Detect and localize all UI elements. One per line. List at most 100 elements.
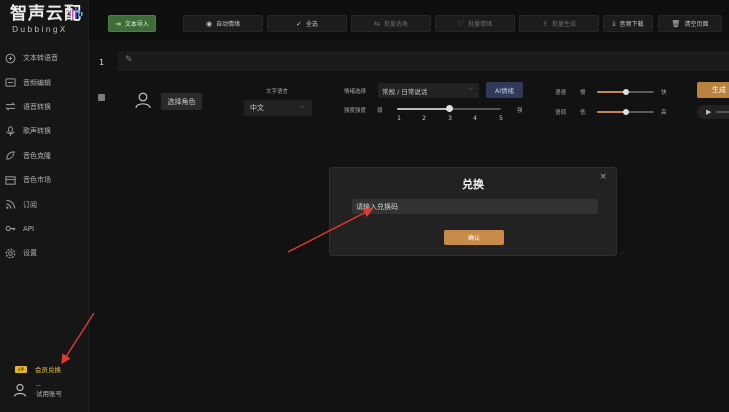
edit-feather-icon[interactable]: ✎: [125, 55, 133, 65]
sidebar-item-7[interactable]: API: [0, 217, 89, 241]
toolbar-button-label: 自动情绪: [216, 21, 241, 28]
sidebar-nav: 文本转语音音频编辑语音转换歌声转换音色克隆音色市场订阅 API 设置: [0, 46, 89, 266]
emotion-icon: ◉: [205, 19, 213, 28]
emotion-label: 情绪选择: [344, 89, 367, 95]
voice-convert-icon: [5, 101, 16, 112]
speed-low-label: 慢: [580, 90, 586, 96]
sidebar-item-4[interactable]: 音色克隆: [0, 144, 89, 168]
language-select[interactable]: 中文 ⌵: [244, 100, 312, 116]
vip-icon: VIP: [15, 365, 27, 373]
speed-high-label: 快: [661, 90, 667, 96]
api-key-icon: [5, 223, 16, 234]
confirm-button[interactable]: 确认: [444, 230, 504, 245]
text-to-speech-icon: [5, 53, 16, 64]
batch-emotion-icon: ♡: [457, 19, 465, 28]
intensity-slider[interactable]: [397, 105, 501, 112]
cast-icon: ⇆: [374, 19, 380, 28]
sidebar-item-6[interactable]: 订阅: [0, 192, 89, 216]
user-account[interactable]: -- 试用账号: [13, 381, 62, 399]
toolbar-button-label: 文本导入: [124, 21, 149, 28]
toolbar-button-1[interactable]: ◉ 自动情绪: [183, 15, 263, 32]
voice-market-icon: [5, 175, 16, 186]
toolbar-button-6[interactable]: ⤓ 音频下载: [603, 15, 653, 32]
language-value: 中文: [250, 104, 264, 112]
speed-slider-handle[interactable]: [622, 88, 629, 95]
vip-redeem-label: 会员兑换: [35, 366, 61, 374]
generate-button[interactable]: 生成: [697, 82, 729, 98]
sidebar-item-label: 语音转换: [23, 102, 51, 111]
intensity-ticks: 1 2 3 4 5: [395, 115, 507, 124]
toolbar-button-label: 清空页面: [684, 21, 709, 28]
sidebar-item-label: 文本转语音: [23, 54, 58, 63]
user-avatar-icon: [13, 383, 27, 397]
pitch-low-label: 低: [580, 110, 586, 116]
row-number: 1: [99, 58, 105, 67]
intensity-label: 强度强度: [344, 108, 367, 114]
toolbar-button-label: 音频下载: [619, 21, 644, 28]
toolbar-button-label: 批量选角: [383, 21, 408, 28]
toolbar-button-label: 批量生成: [551, 21, 576, 28]
logo: 智声云配 DubbingX: [10, 4, 86, 44]
batch-generate-icon: ⇪: [542, 19, 548, 28]
sidebar: 智声云配 DubbingX 文本转语音音频编辑语音转换歌声转换音色克隆音色市场订…: [0, 0, 89, 412]
logo-subtext: DubbingX: [12, 25, 68, 34]
voice-clone-icon: [5, 150, 16, 161]
select-role-button[interactable]: 选择角色: [161, 93, 202, 110]
audio-player[interactable]: ▶: [697, 105, 729, 119]
intensity-strong-label: 强: [517, 108, 523, 114]
redeem-modal: 兑换 × 确认: [329, 167, 617, 256]
toolbar-button-5[interactable]: ⇪ 批量生成: [519, 15, 599, 32]
sidebar-item-8[interactable]: 设置: [0, 241, 89, 265]
modal-title: 兑换: [462, 178, 484, 191]
top-toolbar: ⇥ 文本导入 ◉ 自动情绪 ✓ 全选 ⇆ 批量选角 ♡ 批量情绪 ⇪ 批量生成 ⤓ 音频下载 🗑 清空页面: [108, 15, 729, 32]
redeem-code-input[interactable]: [352, 199, 598, 214]
speed-label: 语速: [555, 90, 567, 96]
toolbar-button-0[interactable]: ⇥ 文本导入: [108, 15, 156, 32]
chevron-down-icon: ⌵: [468, 85, 473, 92]
vip-redeem-button[interactable]: VIP 会员兑换: [15, 364, 61, 374]
pitch-label: 语调: [555, 110, 567, 116]
speed-slider[interactable]: [597, 88, 654, 95]
download-icon: ⤓: [612, 19, 616, 27]
toolbar-button-7[interactable]: 🗑 清空页面: [658, 15, 722, 32]
toolbar-button-4[interactable]: ♡ 批量情绪: [435, 15, 515, 32]
sidebar-item-5[interactable]: 音色市场: [0, 168, 89, 192]
emotion-select[interactable]: 常规 / 日常说话 ⌵: [378, 83, 479, 98]
sidebar-item-1[interactable]: 音频编辑: [0, 70, 89, 94]
intensity-slider-fill: [397, 108, 449, 110]
player-progress[interactable]: [716, 111, 729, 113]
sidebar-item-label: API: [23, 224, 35, 233]
language-label: 文字语言: [266, 89, 289, 95]
intensity-tick: 4: [473, 115, 477, 122]
toolbar-button-3[interactable]: ⇆ 批量选角: [351, 15, 431, 32]
pitch-slider-handle[interactable]: [622, 108, 629, 115]
singing-voice-icon: [5, 126, 16, 137]
sidebar-item-label: 音色市场: [23, 176, 51, 185]
speed-slider-fill: [597, 91, 626, 93]
pitch-slider[interactable]: [597, 108, 654, 115]
ai-emotion-button[interactable]: AI情绪: [486, 82, 523, 98]
close-icon[interactable]: ×: [599, 172, 607, 182]
sidebar-item-2[interactable]: 语音转换: [0, 95, 89, 119]
emotion-value: 常规 / 日常说话: [382, 87, 428, 96]
pitch-high-label: 高: [661, 110, 667, 116]
row-checkbox[interactable]: [98, 94, 105, 101]
logo-wave-icon: [69, 7, 83, 19]
intensity-tick: 5: [499, 115, 503, 122]
row-header-strip: [118, 51, 729, 71]
play-icon[interactable]: ▶: [706, 108, 711, 116]
sidebar-item-label: 音色克隆: [23, 151, 51, 160]
sidebar-item-label: 音频编辑: [23, 78, 51, 87]
rss-icon: [5, 199, 16, 210]
sidebar-item-label: 歌声转换: [23, 127, 51, 136]
user-name: -- 试用账号: [36, 381, 62, 398]
sidebar-item-label: 设置: [23, 249, 37, 258]
toolbar-button-2[interactable]: ✓ 全选: [267, 15, 347, 32]
sidebar-item-3[interactable]: 歌声转换: [0, 119, 89, 143]
sidebar-item-label: 订阅: [23, 200, 37, 209]
toolbar-button-label: 批量情绪: [468, 21, 493, 28]
intensity-slider-handle[interactable]: [445, 105, 453, 112]
sidebar-item-0[interactable]: 文本转语音: [0, 46, 89, 70]
intensity-tick: 3: [448, 115, 452, 122]
intensity-weak-label: 弱: [377, 108, 383, 114]
